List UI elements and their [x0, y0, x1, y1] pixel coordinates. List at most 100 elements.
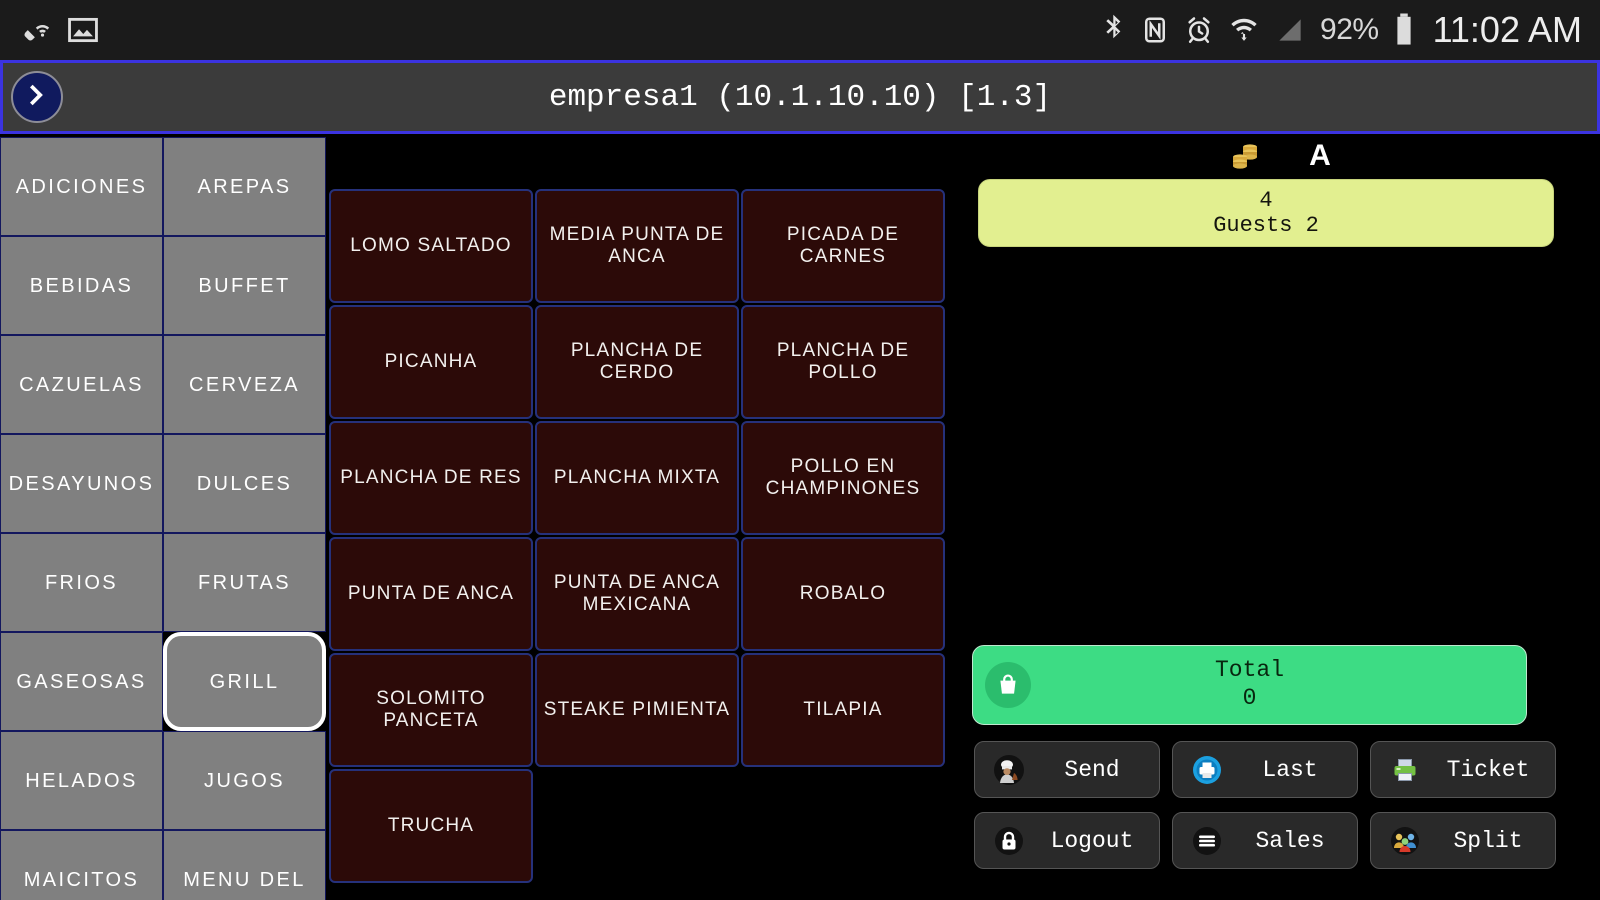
product-label: MEDIA PUNTA DE ANCA — [549, 224, 725, 267]
action-label: Logout — [1050, 827, 1134, 854]
status-bar-clock: 11:02 AM — [1432, 9, 1582, 50]
product-button-picanha[interactable]: PICANHA — [329, 305, 533, 419]
product-button-punta-de-anca[interactable]: PUNTA DE ANCA — [329, 537, 533, 651]
category-label: CERVEZA — [189, 373, 300, 396]
product-button-tilapia[interactable]: TILAPIA — [741, 653, 945, 767]
product-slot-empty — [329, 137, 533, 187]
split-button[interactable]: Split — [1370, 812, 1556, 869]
product-button-plancha-mixta[interactable]: PLANCHA MIXTA — [535, 421, 739, 535]
order-line-items[interactable] — [960, 247, 1600, 647]
category-button-frios[interactable]: FRIOS — [0, 533, 163, 632]
category-label: FRUTAS — [198, 571, 291, 594]
alarm-icon — [1184, 13, 1214, 47]
category-button-grill[interactable]: GRILL — [163, 632, 326, 731]
category-button-bebidas[interactable]: BEBIDAS — [0, 236, 163, 335]
product-label: PICADA DE CARNES — [786, 224, 900, 267]
product-label: TILAPIA — [803, 699, 883, 721]
category-grid: ADICIONES AREPAS BEBIDAS BUFFET CAZUELAS CERV… — [0, 137, 326, 900]
product-button-robalo[interactable]: ROBALO — [741, 537, 945, 651]
chef-icon — [993, 754, 1025, 786]
product-button-plancha-de-res[interactable]: PLANCHA DE RES — [329, 421, 533, 535]
category-button-frutas[interactable]: FRUTAS — [163, 533, 326, 632]
product-label: POLLO EN CHAMPINONES — [765, 456, 921, 499]
people-icon — [1389, 825, 1421, 857]
shopping-bag-icon — [985, 662, 1031, 708]
category-button-desayunos[interactable]: DESAYUNOS — [0, 434, 163, 533]
category-label: BUFFET — [198, 274, 291, 297]
last-button[interactable]: Last — [1172, 741, 1358, 798]
category-button-buffet[interactable]: BUFFET — [163, 236, 326, 335]
product-button-steake-pimienta[interactable]: STEAKE PIMIENTA — [535, 653, 739, 767]
product-button-solomito-panceta[interactable]: SOLOMITO PANCETA — [329, 653, 533, 767]
category-button-gaseosas[interactable]: GASEOSAS — [0, 632, 163, 731]
menu-lines-icon — [1191, 825, 1223, 857]
category-sidebar[interactable]: ADICIONES AREPAS BEBIDAS BUFFET CAZUELAS CERV… — [0, 137, 326, 900]
page-title: empresa1 (10.1.10.10) [1.3] — [548, 79, 1052, 115]
total-bar[interactable]: Total 0 — [972, 645, 1527, 725]
table-card[interactable]: 4 Guests 2 — [978, 179, 1554, 247]
printer-green-icon — [1389, 754, 1421, 786]
category-label: JUGOS — [204, 769, 285, 792]
main-body: ADICIONES AREPAS BEBIDAS BUFFET CAZUELAS CERV… — [0, 137, 1600, 900]
area-label: A — [1309, 139, 1331, 172]
category-button-adiciones[interactable]: ADICIONES — [0, 137, 163, 236]
category-label: CAZUELAS — [19, 373, 144, 396]
signal-icon — [1274, 13, 1306, 47]
product-button-pollo-en-champinones[interactable]: POLLO EN CHAMPINONES — [741, 421, 945, 535]
category-label: GASEOSAS — [16, 670, 147, 693]
product-slot-empty — [741, 769, 945, 883]
category-button-maicitos[interactable]: MAICITOS — [0, 830, 163, 900]
battery-icon — [1393, 12, 1415, 48]
action-label: Ticket — [1446, 756, 1530, 783]
pos-app: 92% 11:02 AM empresa1 (10.1.10.10) [1.3] — [0, 0, 1600, 900]
product-slot-empty — [741, 137, 945, 187]
logout-button[interactable]: Logout — [974, 812, 1160, 869]
action-label: Sales — [1255, 827, 1325, 854]
product-label: ROBALO — [799, 583, 887, 605]
image-icon — [66, 13, 100, 47]
category-button-jugos[interactable]: JUGOS — [163, 731, 326, 830]
bluetooth-icon — [1100, 13, 1126, 47]
category-button-cazuelas[interactable]: CAZUELAS — [0, 335, 163, 434]
category-label: GRILL — [209, 670, 280, 693]
table-guests: Guests 2 — [1213, 213, 1319, 238]
product-label: PUNTA DE ANCA — [347, 583, 515, 605]
product-button-media-punta-de-anca[interactable]: MEDIA PUNTA DE ANCA — [535, 189, 739, 303]
product-label: PLANCHA MIXTA — [553, 467, 721, 489]
sales-button[interactable]: Sales — [1172, 812, 1358, 869]
product-button-punta-de-anca-mexicana[interactable]: PUNTA DE ANCA MEXICANA — [535, 537, 739, 651]
category-label: DESAYUNOS — [8, 472, 155, 495]
status-bar-right-icons: 92% 11:02 AM — [1100, 9, 1582, 51]
product-button-lomo-saltado[interactable]: LOMO SALTADO — [329, 189, 533, 303]
category-button-cerveza[interactable]: CERVEZA — [163, 335, 326, 434]
product-label: PUNTA DE ANCA MEXICANA — [553, 572, 721, 615]
category-button-dulces[interactable]: DULCES — [163, 434, 326, 533]
table-number: 4 — [1259, 187, 1273, 213]
product-label: LOMO SALTADO — [350, 235, 512, 257]
nfc-icon — [1140, 13, 1170, 47]
ticket-button[interactable]: Ticket — [1370, 741, 1556, 798]
category-button-menu-del[interactable]: MENU DEL — [163, 830, 326, 900]
action-label: Split — [1453, 827, 1523, 854]
product-panel[interactable]: LOMO SALTADO MEDIA PUNTA DE ANCA PICADA DE… — [326, 137, 960, 900]
product-button-trucha[interactable]: TRUCHA — [329, 769, 533, 883]
product-label: TRUCHA — [387, 815, 475, 837]
status-bar-left-icons — [18, 13, 100, 47]
order-panel: A 4 Guests 2 Total 0 Send Last Ticket Lo… — [960, 137, 1600, 900]
coins-icon — [1229, 141, 1263, 171]
product-label: PLANCHA DE CERDO — [570, 340, 704, 383]
total-label: Total — [1214, 657, 1284, 684]
product-label: SOLOMITO PANCETA — [376, 688, 486, 731]
product-grid: LOMO SALTADO MEDIA PUNTA DE ANCA PICADA DE… — [329, 137, 960, 883]
product-label: PICANHA — [384, 351, 478, 373]
category-button-arepas[interactable]: AREPAS — [163, 137, 326, 236]
product-button-plancha-de-pollo[interactable]: PLANCHA DE POLLO — [741, 305, 945, 419]
app-title-bar: empresa1 (10.1.10.10) [1.3] — [0, 60, 1600, 134]
category-button-helados[interactable]: HELADOS — [0, 731, 163, 830]
table-header: A — [960, 137, 1600, 173]
product-button-plancha-de-cerdo[interactable]: PLANCHA DE CERDO — [535, 305, 739, 419]
product-button-picada-de-carnes[interactable]: PICADA DE CARNES — [741, 189, 945, 303]
send-button[interactable]: Send — [974, 741, 1160, 798]
category-label: HELADOS — [25, 769, 138, 792]
product-slot-empty — [535, 769, 739, 883]
